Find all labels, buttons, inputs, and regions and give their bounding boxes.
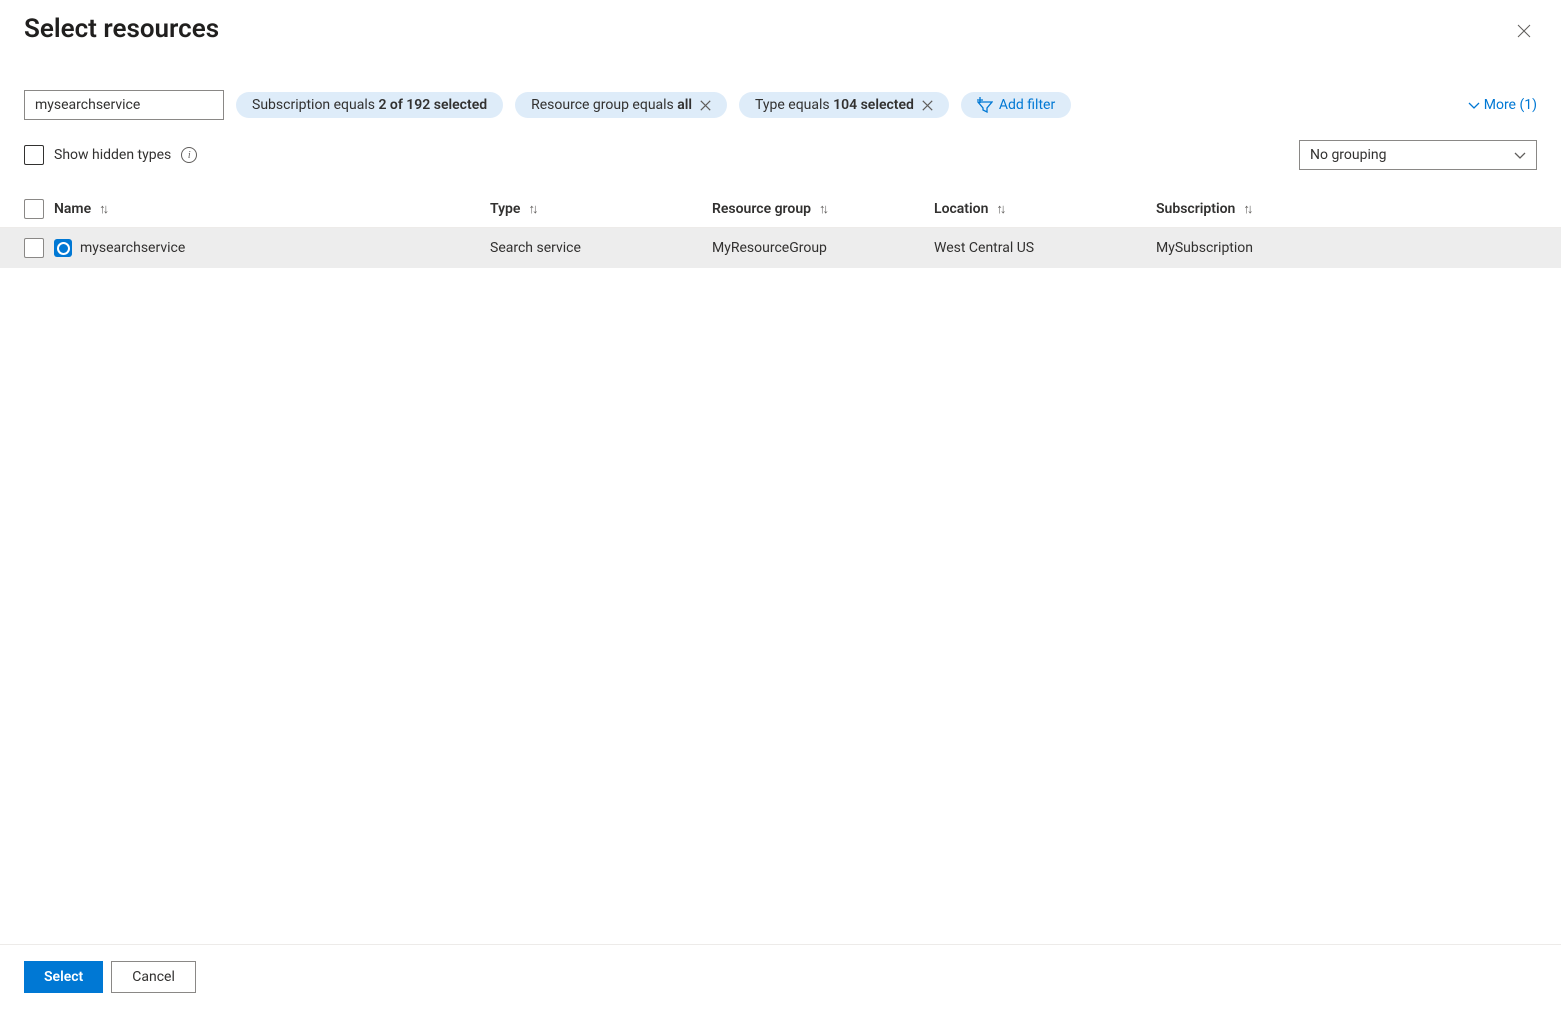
close-icon (700, 100, 711, 111)
row-name: mysearchservice (80, 240, 185, 256)
filter-rg-clear[interactable] (700, 100, 711, 111)
filter-pill-type[interactable]: Type equals 104 selected (739, 92, 949, 118)
row-subscription: MySubscription (1156, 240, 1253, 256)
filter-icon (977, 97, 993, 113)
filter-type-label: Type equals (755, 97, 833, 113)
col-loc-label: Location (934, 201, 988, 217)
filter-pill-subscription[interactable]: Subscription equals 2 of 192 selected (236, 92, 503, 118)
column-header-resource-group[interactable]: Resource group ↑↓ (712, 201, 934, 217)
filter-type-value: 104 selected (833, 97, 914, 113)
add-filter-button[interactable]: Add filter (961, 92, 1071, 118)
select-button[interactable]: Select (24, 961, 103, 993)
column-header-location[interactable]: Location ↑↓ (934, 201, 1156, 217)
grouping-select[interactable]: No grouping (1299, 140, 1537, 170)
col-type-label: Type (490, 201, 520, 217)
chevron-down-icon (1514, 149, 1526, 161)
col-sub-label: Subscription (1156, 201, 1235, 217)
close-button[interactable] (1511, 18, 1537, 48)
row-type: Search service (490, 240, 581, 256)
search-service-icon (54, 239, 72, 257)
close-icon (922, 100, 933, 111)
add-filter-label: Add filter (999, 97, 1055, 113)
page-title: Select resources (24, 14, 219, 44)
filter-bar: Subscription equals 2 of 192 selected Re… (0, 48, 1561, 120)
sort-icon: ↑↓ (1243, 201, 1250, 217)
filter-subscription-label: Subscription equals (252, 97, 378, 113)
filter-pill-resource-group[interactable]: Resource group equals all (515, 92, 727, 118)
show-hidden-label: Show hidden types (54, 147, 171, 163)
close-icon (1517, 24, 1531, 38)
results-table: Name ↑↓ Type ↑↓ Resource group ↑↓ Locati… (0, 190, 1561, 944)
row-checkbox[interactable] (24, 238, 44, 258)
sort-icon: ↑↓ (996, 201, 1003, 217)
chevron-down-icon (1468, 99, 1480, 111)
table-header: Name ↑↓ Type ↑↓ Resource group ↑↓ Locati… (0, 190, 1561, 228)
row-resource-group: MyResourceGroup (712, 240, 827, 256)
sort-icon: ↑↓ (528, 201, 535, 217)
filter-type-clear[interactable] (922, 100, 933, 111)
filter-rg-value: all (677, 97, 692, 113)
show-hidden-checkbox[interactable] (24, 145, 44, 165)
col-name-label: Name (54, 201, 91, 217)
col-rg-label: Resource group (712, 201, 811, 217)
row-location: West Central US (934, 240, 1034, 256)
table-row[interactable]: mysearchservice Search service MyResourc… (0, 228, 1561, 268)
filter-subscription-value: 2 of 192 selected (378, 97, 487, 113)
column-header-name[interactable]: Name ↑↓ (54, 201, 490, 217)
cancel-button[interactable]: Cancel (111, 961, 196, 993)
select-all-checkbox[interactable] (24, 199, 44, 219)
search-input[interactable] (24, 90, 224, 120)
grouping-value: No grouping (1310, 147, 1386, 163)
footer: Select Cancel (0, 944, 1561, 1009)
filter-rg-label: Resource group equals (531, 97, 677, 113)
column-header-type[interactable]: Type ↑↓ (490, 201, 712, 217)
more-filters-link[interactable]: More (1) (1468, 97, 1537, 113)
info-icon[interactable]: i (181, 147, 197, 163)
more-filters-label: More (1) (1484, 97, 1537, 113)
sort-icon: ↑↓ (99, 201, 106, 217)
column-header-subscription[interactable]: Subscription ↑↓ (1156, 201, 1356, 217)
sort-icon: ↑↓ (819, 201, 826, 217)
